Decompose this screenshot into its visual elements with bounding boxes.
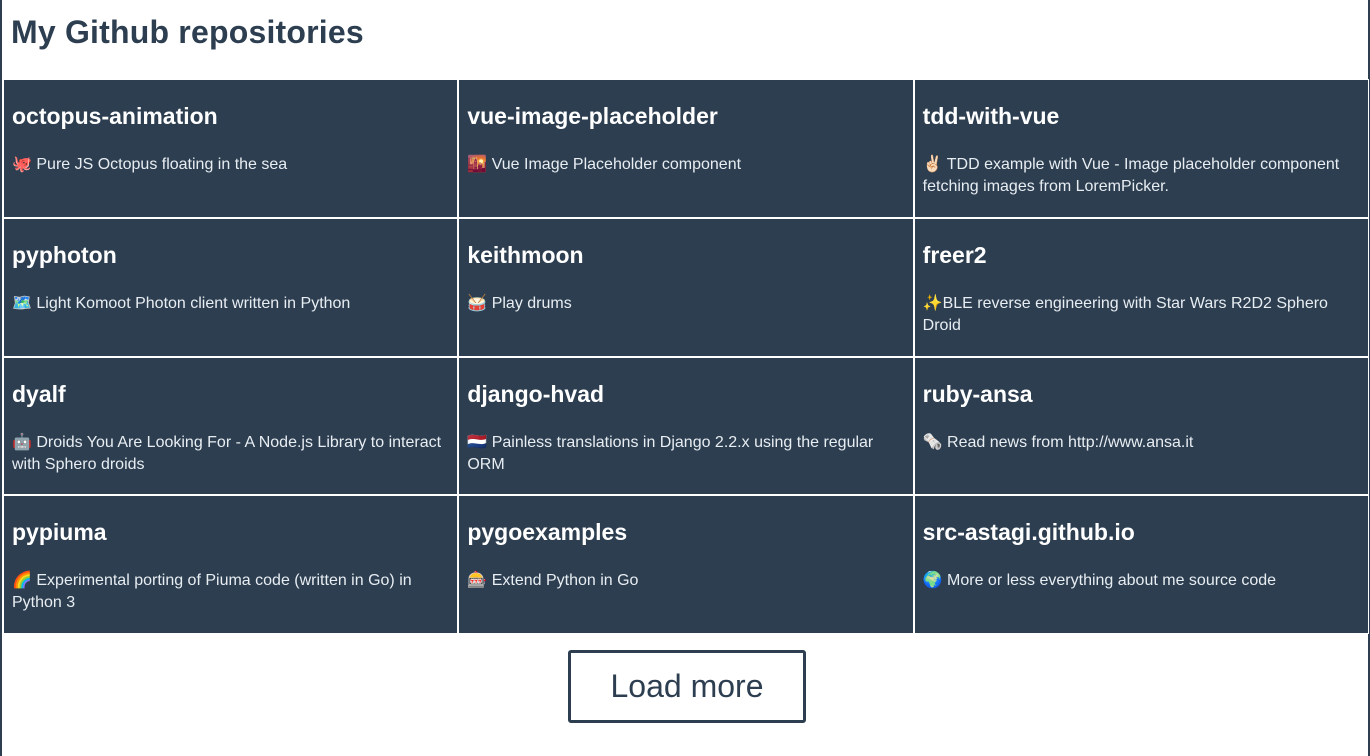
page-title: My Github repositories (11, 14, 364, 50)
repo-name: pygoexamples (467, 519, 628, 546)
repo-description: 🥁 Play drums (467, 294, 572, 312)
repo-description: 🌍 More or less everything about me sourc… (922, 572, 1277, 590)
repo-description: 🌈 Experimental porting of Piuma code (wr… (12, 572, 412, 612)
repo-name: tdd-with-vue (922, 103, 1060, 129)
repo-card[interactable]: keithmoon 🥁 Play drums (459, 218, 913, 356)
repo-card[interactable]: pygoexamples 🎰 Extend Python in Go (459, 496, 913, 633)
repo-name: dyalf (12, 380, 66, 407)
load-more-button[interactable]: Load more (568, 650, 806, 723)
repo-name: freer2 (922, 241, 987, 268)
repo-description: 🗞️ Read news from http://www.ansa.it (922, 433, 1194, 451)
repo-description: 🤖 Droids You Are Looking For - A Node.js… (12, 433, 442, 473)
repo-card[interactable]: django-hvad 🇳🇱 Painless translations in … (459, 357, 913, 495)
repo-name: pyphoton (12, 241, 117, 268)
repo-description: 🗺️ Light Komoot Photon client written in… (12, 294, 351, 312)
repo-card[interactable]: pypiuma 🌈 Experimental porting of Piuma … (4, 496, 458, 633)
repo-name: keithmoon (467, 241, 584, 268)
repo-name: pypiuma (12, 519, 107, 546)
repo-name: ruby-ansa (922, 380, 1033, 407)
repo-name: src-astagi.github.io (922, 519, 1135, 546)
repo-description: 🌇 Vue Image Placeholder component (467, 156, 742, 173)
repo-grid: octopus-animation 🐙 Pure JS Octopus floa… (3, 79, 1369, 634)
repo-name: django-hvad (467, 380, 605, 407)
repo-card[interactable]: vue-image-placeholder 🌇 Vue Image Placeh… (459, 80, 913, 217)
repo-name: vue-image-placeholder (467, 103, 718, 129)
repo-description: 🎰 Extend Python in Go (467, 572, 639, 590)
repo-description: 🇳🇱 Painless translations in Django 2.2.x… (467, 433, 874, 473)
repo-card[interactable]: src-astagi.github.io 🌍 More or less ever… (914, 496, 1368, 633)
repo-card[interactable]: tdd-with-vue ✌🏻 TDD example with Vue - I… (914, 80, 1368, 217)
repo-card[interactable]: freer2 ✨BLE reverse engineering with Sta… (914, 218, 1368, 356)
repo-card[interactable]: pyphoton 🗺️ Light Komoot Photon client w… (4, 218, 458, 356)
repo-description: ✌🏻 TDD example with Vue - Image placehol… (922, 156, 1340, 195)
repo-card[interactable]: dyalf 🤖 Droids You Are Looking For - A N… (4, 357, 458, 495)
repo-card[interactable]: octopus-animation 🐙 Pure JS Octopus floa… (4, 80, 458, 217)
repo-description: ✨BLE reverse engineering with Star Wars … (922, 294, 1328, 334)
repo-name: octopus-animation (12, 103, 218, 129)
repo-description: 🐙 Pure JS Octopus floating in the sea (12, 156, 288, 173)
repo-card[interactable]: ruby-ansa 🗞️ Read news from http://www.a… (914, 357, 1368, 495)
page: My Github repositories octopus-animation… (0, 0, 1370, 756)
